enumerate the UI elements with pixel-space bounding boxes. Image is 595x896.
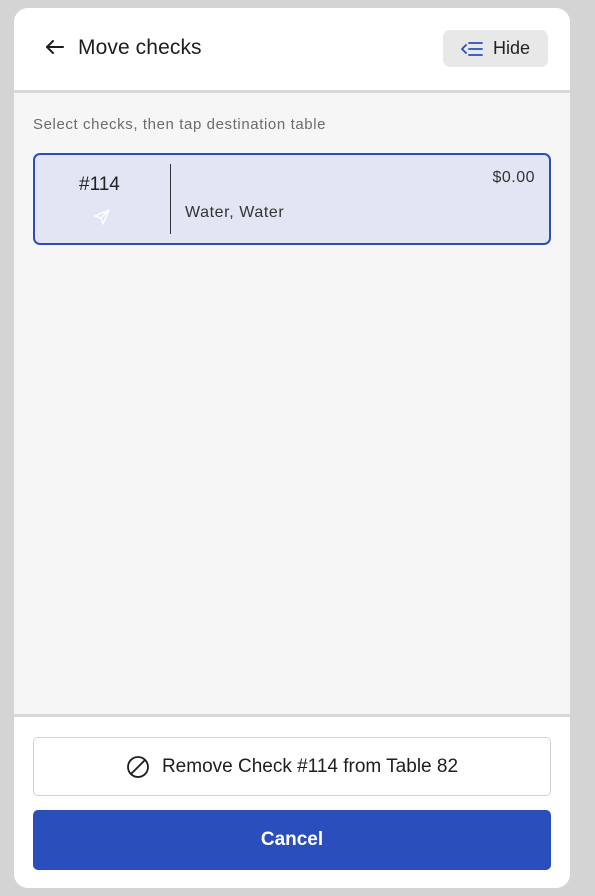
prohibited-icon xyxy=(127,755,149,778)
hide-button-label: Hide xyxy=(492,38,531,58)
remove-check-button[interactable]: Remove Check #114 from Table 82 xyxy=(33,737,551,796)
panel-footer: Remove Check #114 from Table 82 Cancel xyxy=(14,714,570,888)
page-title: Move checks xyxy=(78,36,202,59)
cancel-button[interactable]: Cancel xyxy=(33,810,551,870)
remove-check-label: Remove Check #114 from Table 82 xyxy=(161,755,459,777)
instruction-text: Select checks, then tap destination tabl… xyxy=(33,116,327,133)
check-card[interactable]: #114 Water, Water $0.00 xyxy=(33,153,551,245)
check-items: Water, Water xyxy=(185,204,285,221)
collapse-list-icon xyxy=(461,41,483,56)
arrow-left-icon[interactable] xyxy=(44,36,66,58)
check-number: #114 xyxy=(79,174,120,195)
check-amount: $0.00 xyxy=(492,169,535,186)
send-icon xyxy=(94,209,110,225)
hide-button[interactable]: Hide xyxy=(443,30,548,67)
check-card-divider xyxy=(170,164,171,234)
panel-header: Move checks Hide xyxy=(14,8,570,93)
cancel-button-label: Cancel xyxy=(260,829,324,850)
move-checks-panel: Move checks Hide Select checks, then tap… xyxy=(14,8,570,888)
